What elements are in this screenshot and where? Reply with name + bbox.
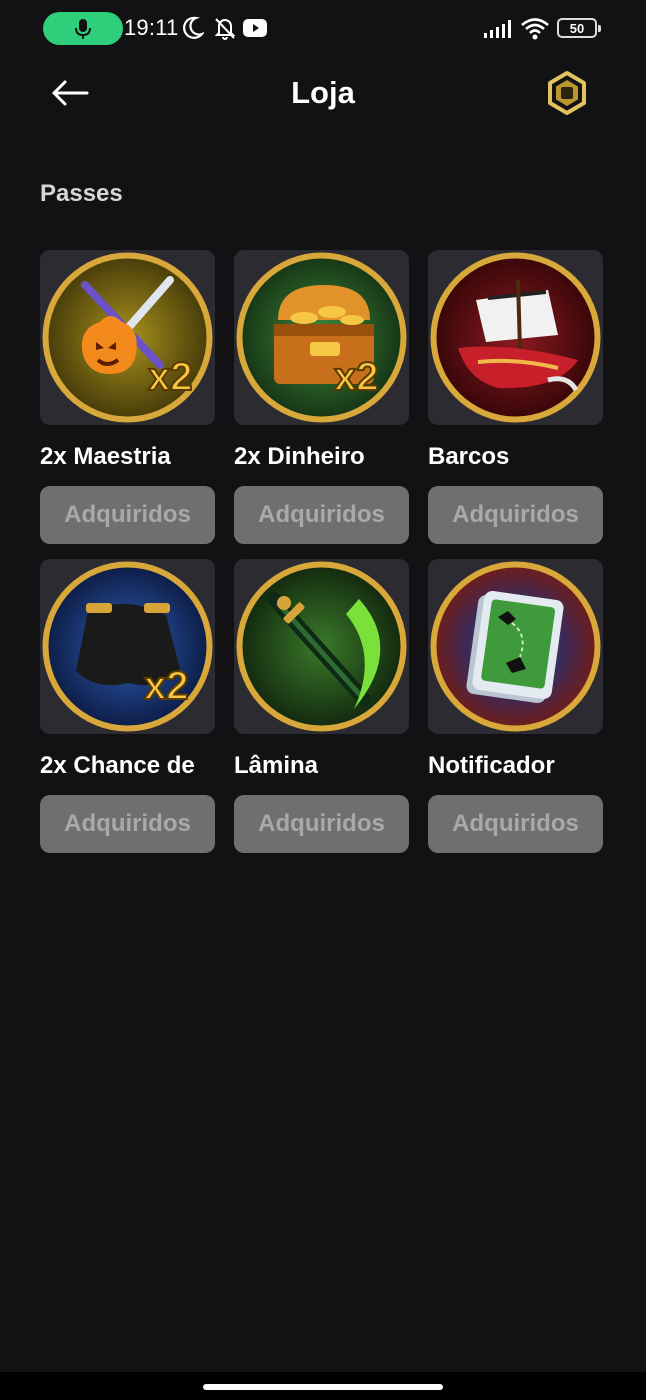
- status-bar: 19:11 50: [0, 0, 646, 58]
- purchased-button[interactable]: Adquiridos: [40, 486, 215, 544]
- microphone-icon: [75, 18, 91, 39]
- bell-off-icon: [214, 18, 236, 40]
- pass-card[interactable]: x2 2x Maestria Adquiridos: [40, 250, 215, 544]
- pass-thumbnail[interactable]: [428, 250, 603, 425]
- svg-text:x2: x2: [144, 664, 189, 708]
- pass-mastery-icon: x2: [42, 252, 213, 423]
- pass-thumbnail[interactable]: x2: [234, 250, 409, 425]
- pass-notifier-icon: [430, 561, 601, 732]
- battery-icon: 50: [557, 18, 601, 38]
- pass-thumbnail[interactable]: x2: [40, 559, 215, 734]
- pass-drop-chance-icon: x2: [42, 561, 213, 732]
- pass-thumbnail[interactable]: x2: [40, 250, 215, 425]
- pass-card[interactable]: Notificador Adquiridos: [428, 559, 603, 853]
- pass-thumbnail[interactable]: [428, 559, 603, 734]
- purchased-button[interactable]: Adquiridos: [234, 486, 409, 544]
- microphone-indicator[interactable]: [43, 12, 123, 45]
- clock: 19:11: [124, 15, 179, 40]
- youtube-icon: [243, 19, 267, 37]
- purchased-button[interactable]: Adquiridos: [234, 795, 409, 853]
- pass-name: Lâmina: [234, 752, 319, 779]
- pass-boats-icon: [430, 252, 601, 423]
- purchased-button[interactable]: Adquiridos: [428, 795, 603, 853]
- section-title: Passes: [40, 180, 123, 207]
- wifi-icon: [521, 18, 549, 40]
- pass-card[interactable]: x2 2x Dinheiro Adquiridos: [234, 250, 409, 544]
- pass-name: 2x Dinheiro: [234, 443, 365, 470]
- signal-icon: [484, 20, 511, 38]
- pass-name: 2x Chance de: [40, 752, 195, 779]
- svg-text:x2: x2: [148, 355, 193, 399]
- battery-level: 50: [569, 20, 585, 36]
- pass-blade-icon: [236, 561, 407, 732]
- pass-card[interactable]: Lâmina Adquiridos: [234, 559, 409, 853]
- pass-money-icon: x2: [236, 252, 407, 423]
- robux-icon: [548, 71, 586, 115]
- pass-card[interactable]: x2 2x Chance de Adquiridos: [40, 559, 215, 853]
- purchased-button[interactable]: Adquiridos: [428, 486, 603, 544]
- moon-icon: [183, 16, 204, 39]
- pass-card[interactable]: Barcos Adquiridos: [428, 250, 603, 544]
- home-indicator[interactable]: [203, 1384, 443, 1390]
- svg-text:x2: x2: [334, 355, 379, 399]
- robux-button[interactable]: [544, 70, 590, 116]
- pass-name: 2x Maestria: [40, 443, 171, 470]
- pass-name: Notificador: [428, 752, 555, 779]
- pass-name: Barcos: [428, 443, 510, 470]
- purchased-button[interactable]: Adquiridos: [40, 795, 215, 853]
- pass-thumbnail[interactable]: [234, 559, 409, 734]
